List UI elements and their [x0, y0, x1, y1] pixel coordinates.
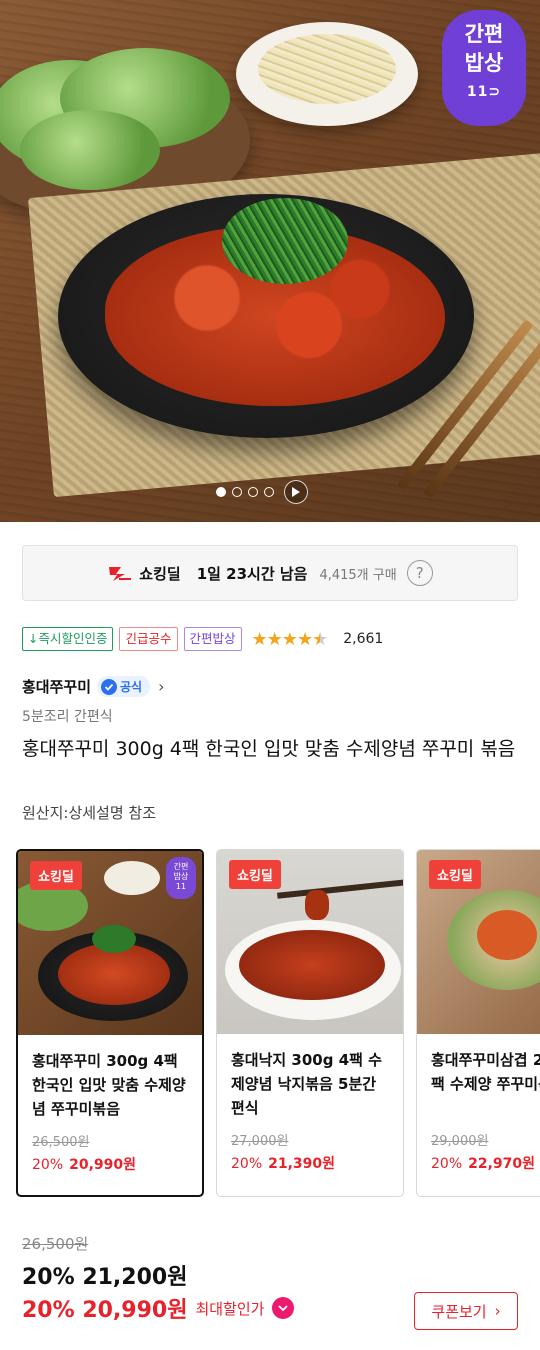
bean-sprouts [258, 34, 396, 104]
easy-meal-badge: 간편 밥상 11⊃ [442, 10, 526, 126]
product-card[interactable]: 쇼킹딜 간편 밥상 11 홍대쭈꾸미 300g 4팩 한국인 입맛 맞춤 수제양념 … [16, 849, 204, 1197]
star-icon: ★ [296, 628, 313, 650]
product-card-title: 홍대낙지 300g 4팩 수제양념 낙지볶음 5분간편식 [231, 1051, 382, 1117]
product-card-price: 20% 20,990원 [32, 1157, 137, 1173]
product-card-price: 20% 22,970원 [431, 1156, 536, 1172]
product-tags: ↓즉시할인인증 긴급공수 간편밥상 ★ ★ ★ ★ ★ 2,661 [22, 627, 383, 651]
product-card-price: 20% 21,390원 [231, 1156, 336, 1172]
deal-badge: 쇼킹딜 [30, 861, 82, 890]
play-icon[interactable] [284, 480, 308, 504]
perilla-garnish [222, 198, 348, 284]
chevron-right-icon: › [494, 1302, 501, 1320]
bowl-shape [104, 861, 160, 895]
seller-name: 홍대쭈꾸미 [22, 678, 92, 696]
product-card-image: 쇼킹딜 [217, 850, 403, 1034]
tag-easy-meal: 간편밥상 [183, 627, 242, 651]
product-card-original-price: 27,000원 [231, 1134, 289, 1149]
star-icon: ★ [281, 628, 298, 650]
shocking-deal-bar: 쇼킹딜 1일 23시간 남음 4,415개 구매 ? [22, 545, 518, 601]
official-label: 공식 [120, 680, 143, 694]
product-origin: 원산지:상세설명 참조 [22, 804, 157, 822]
carousel-dot[interactable] [232, 487, 242, 497]
help-icon[interactable]: ? [406, 560, 433, 586]
herb-shape [92, 925, 136, 953]
product-category: 5분조리 간편식 [22, 709, 113, 725]
lettuce-leaf [20, 110, 160, 190]
food-shape [477, 910, 537, 960]
original-price: 26,500원 [22, 1235, 89, 1253]
carousel-dot[interactable] [216, 487, 226, 497]
shocking-deal-logo-icon [109, 567, 132, 581]
product-card-image: 쇼킹딜 [417, 850, 540, 1034]
half-star-icon: ★ [312, 628, 328, 650]
badge-line1: 간편 [464, 22, 504, 46]
star-icon: ★ [266, 628, 283, 650]
product-card-title: 홍대쭈꾸미삼겹 20g 3팩 수제양 쭈꾸미볶음 [431, 1051, 540, 1093]
carousel-dot[interactable] [264, 487, 274, 497]
product-card-title: 홍대쭈꾸미 300g 4팩 한국인 입맛 맞춤 수제양념 쭈꾸미볶음 [32, 1052, 186, 1118]
review-count[interactable]: 2,661 [343, 631, 383, 647]
food-shape [239, 930, 385, 1000]
verified-check-icon [101, 678, 118, 695]
product-card[interactable]: 쇼킹딜 홍대쭈꾸미삼겹 20g 3팩 수제양 쭈꾸미볶음 29,000원 20%… [416, 849, 540, 1197]
star-rating[interactable]: ★ ★ ★ ★ ★ [251, 628, 329, 650]
deal-label: 쇼킹딜 [139, 564, 181, 583]
chevron-down-icon[interactable] [272, 1297, 295, 1319]
star-icon: ★ [251, 628, 268, 650]
max-discount-price[interactable]: 20% 20,990원 최대할인가 [22, 1292, 295, 1324]
product-title: 홍대쭈꾸미 300g 4팩 한국인 입맛 맞춤 수제양념 쭈꾸미 볶음 [22, 738, 516, 760]
deal-time-left: 1일 23시간 남음 [196, 564, 308, 583]
seller-link[interactable]: 홍대쭈꾸미 공식 › [22, 676, 165, 697]
product-card-original-price: 26,500원 [32, 1135, 90, 1150]
easy-meal-mini-badge: 간편 밥상 11 [166, 857, 196, 899]
official-badge: 공식 [97, 676, 151, 697]
product-card-image: 쇼킹딜 간편 밥상 11 [18, 851, 202, 1035]
deal-badge: 쇼킹딜 [429, 860, 481, 889]
octopus-shape [305, 890, 329, 920]
max-discount-label: 최대할인가 [195, 1299, 265, 1318]
purchase-count: 4,415개 구매 [319, 567, 397, 583]
tag-instant-discount: ↓즉시할인인증 [22, 627, 114, 651]
coupon-price: 20% 20,990원 [22, 1298, 188, 1323]
carousel-indicator [216, 480, 308, 504]
eleven-street-logo: 11⊃ [466, 84, 502, 100]
carousel-dot[interactable] [248, 487, 258, 497]
tag-urgent: 긴급공수 [119, 627, 178, 651]
deal-badge: 쇼킹딜 [229, 860, 281, 889]
chevron-right-icon: › [158, 677, 165, 696]
coupon-button-label: 쿠폰보기 [431, 1302, 487, 1321]
coupon-view-button[interactable]: 쿠폰보기 › [414, 1292, 518, 1330]
product-card[interactable]: 쇼킹딜 홍대낙지 300g 4팩 수제양념 낙지볶음 5분간편식 27,000원… [216, 849, 404, 1197]
badge-line2: 밥상 [464, 51, 504, 75]
related-products-carousel[interactable]: 쇼킹딜 간편 밥상 11 홍대쭈꾸미 300g 4팩 한국인 입맛 맞춤 수제양념 … [16, 849, 540, 1199]
chopstick-shape [277, 879, 403, 899]
sale-price: 20% 21,200원 [22, 1265, 188, 1290]
product-card-original-price: 29,000원 [431, 1134, 489, 1149]
product-hero-image[interactable]: 간편 밥상 11⊃ [0, 0, 540, 522]
